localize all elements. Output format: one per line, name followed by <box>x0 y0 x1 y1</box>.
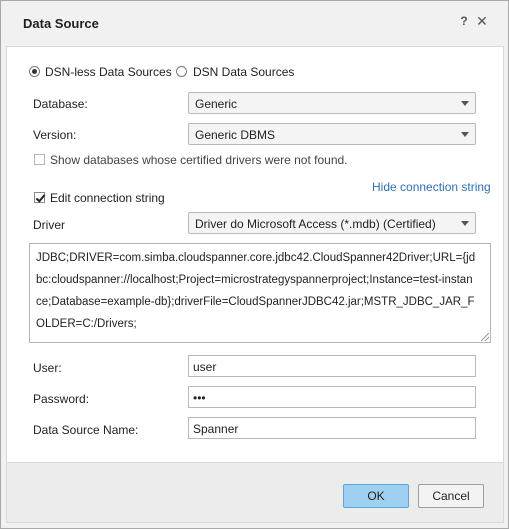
ok-button[interactable]: OK <box>343 484 409 508</box>
chevron-down-icon <box>461 221 469 226</box>
cancel-button[interactable]: Cancel <box>418 484 484 508</box>
dialog-title: Data Source <box>23 16 99 31</box>
hide-connection-string-link[interactable]: Hide connection string <box>372 180 491 194</box>
database-select[interactable]: Generic <box>188 92 476 114</box>
database-label: Database: <box>33 97 88 111</box>
dialog-titlebar[interactable]: Data Source ? ✕ <box>1 1 508 46</box>
show-uncertified-label: Show databases whose certified drivers w… <box>50 153 348 167</box>
user-input[interactable]: user <box>188 355 476 377</box>
connection-string-textarea[interactable]: JDBC;DRIVER=com.simba.cloudspanner.core.… <box>29 243 491 343</box>
driver-select[interactable]: Driver do Microsoft Access (*.mdb) (Cert… <box>188 212 476 234</box>
password-input[interactable]: ••• <box>188 386 476 408</box>
database-select-value: Generic <box>195 97 238 111</box>
dsn-less-radio[interactable] <box>29 66 40 77</box>
data-source-dialog: Data Source ? ✕ DSN-less Data Sources DS… <box>0 0 509 529</box>
password-input-value: ••• <box>193 391 206 405</box>
edit-connection-string-label[interactable]: Edit connection string <box>50 191 165 205</box>
driver-select-value: Driver do Microsoft Access (*.mdb) (Cert… <box>195 217 436 231</box>
dsn-radio[interactable] <box>176 66 187 77</box>
data-source-name-input-value: Spanner <box>193 422 239 436</box>
version-label: Version: <box>33 128 77 142</box>
user-input-value: user <box>193 360 217 374</box>
help-icon[interactable]: ? <box>457 14 471 30</box>
connection-string-text: JDBC;DRIVER=com.simba.cloudspanner.core.… <box>36 252 476 330</box>
user-label: User: <box>33 361 62 375</box>
chevron-down-icon <box>461 132 469 137</box>
chevron-down-icon <box>461 101 469 106</box>
edit-connection-string-checkbox[interactable] <box>34 192 45 203</box>
data-source-name-input[interactable]: Spanner <box>188 417 476 439</box>
show-uncertified-checkbox[interactable] <box>34 154 45 165</box>
dsn-less-radio-label[interactable]: DSN-less Data Sources <box>45 65 172 79</box>
dsn-radio-label[interactable]: DSN Data Sources <box>193 65 294 79</box>
driver-label: Driver <box>33 218 65 232</box>
password-label: Password: <box>33 392 90 406</box>
close-icon[interactable]: ✕ <box>475 13 489 31</box>
version-select[interactable]: Generic DBMS <box>188 123 476 145</box>
data-source-name-label: Data Source Name: <box>33 423 139 437</box>
resize-handle-icon[interactable] <box>481 333 489 341</box>
version-select-value: Generic DBMS <box>195 128 276 142</box>
